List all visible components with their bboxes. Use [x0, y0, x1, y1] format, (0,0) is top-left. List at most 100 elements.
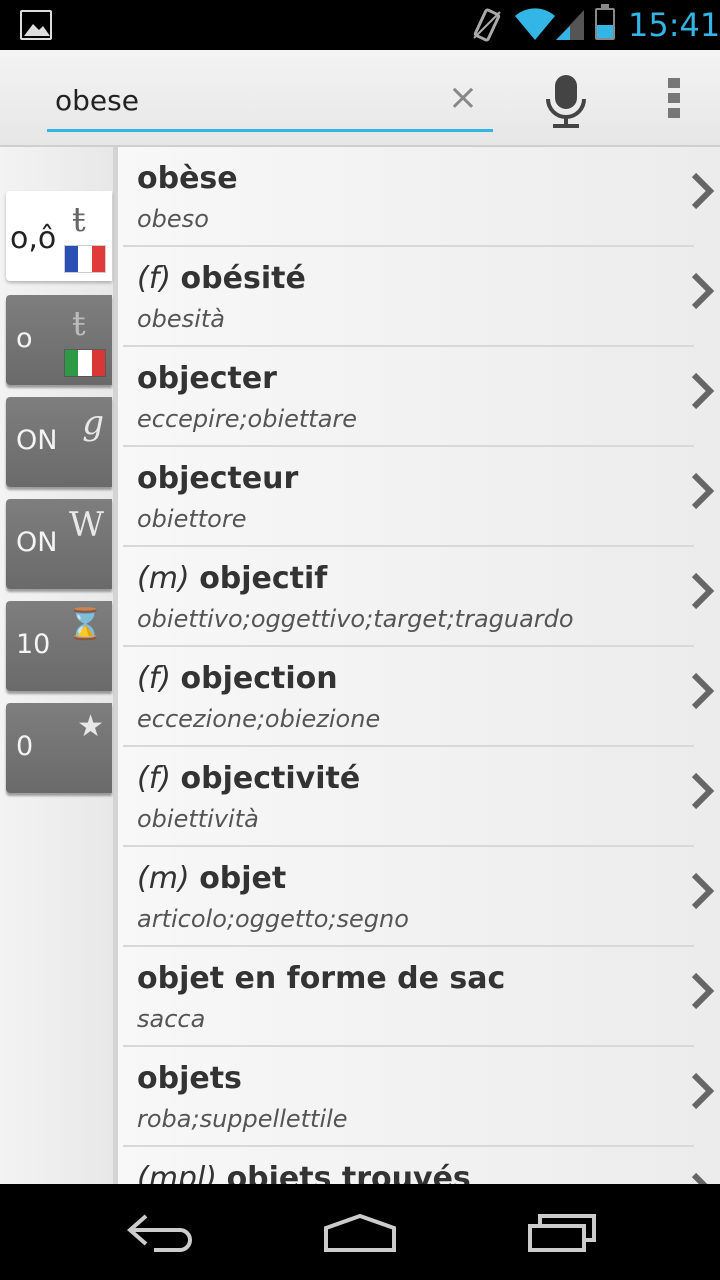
term: (m) objectif [137, 561, 327, 596]
microphone-icon[interactable] [545, 75, 587, 129]
list-item[interactable]: (f) objectivité obiettività [123, 747, 715, 847]
list-item[interactable]: (m) objectif obiettivo;oggettivo;target;… [123, 547, 715, 647]
google-icon: g [82, 403, 104, 443]
list-item[interactable]: (m) objet articolo;oggetto;segno [123, 847, 715, 947]
navigation-bar [0, 1184, 720, 1280]
tab-favorites[interactable]: 0 ★ [6, 703, 112, 793]
tab-label: 0 [16, 731, 34, 762]
recent-apps-icon[interactable] [526, 1214, 598, 1254]
translation: obiettore [137, 505, 247, 533]
chevron-right-icon [691, 872, 715, 910]
chevron-right-icon [691, 672, 715, 710]
tab-label: o,ô [10, 221, 57, 256]
list-item[interactable]: objets roba;suppellettile [123, 1047, 715, 1147]
term: (f) objection [137, 661, 338, 696]
translation: obeso [137, 205, 209, 233]
translation: eccepire;obiettare [137, 405, 358, 433]
tab-label: ON [16, 527, 58, 558]
chevron-right-icon [691, 572, 715, 610]
svg-text:ŧ: ŧ [72, 200, 86, 239]
tab-label: ON [16, 425, 58, 456]
term: (f) obésité [137, 261, 306, 296]
status-bar: 15:41 [0, 0, 720, 50]
chevron-right-icon [691, 972, 715, 1010]
headword: objectif [199, 561, 328, 596]
search-field[interactable]: × [47, 72, 493, 132]
headword: objecteur [137, 461, 299, 496]
france-flag-icon [64, 245, 106, 273]
headword: objets [137, 1061, 242, 1096]
term: obèse [137, 161, 238, 196]
dictionary-icon: ŧ [72, 304, 86, 343]
home-icon[interactable] [322, 1212, 398, 1254]
term: (f) objectivité [137, 761, 360, 796]
list-item[interactable]: (f) objection eccezione;obiezione [123, 647, 715, 747]
term: objets [137, 1061, 242, 1096]
term: objet en forme de sac [137, 961, 505, 996]
clear-icon[interactable]: × [447, 80, 479, 116]
back-icon[interactable] [124, 1212, 196, 1254]
translation: obiettività [137, 805, 259, 833]
translation: eccezione;obiezione [137, 705, 381, 733]
chevron-right-icon [691, 1072, 715, 1110]
wikipedia-icon: W [69, 505, 104, 545]
signal-icon [556, 10, 584, 40]
result-list: obèse obeso (f) obésité obesità objecter… [123, 147, 720, 1184]
dictionary-icon: ŧ [72, 200, 86, 239]
search-input[interactable] [55, 80, 435, 120]
gender-label: (m) [137, 561, 190, 596]
gallery-notification-icon [20, 10, 52, 40]
headword: objection [180, 661, 338, 696]
gender-label: (f) [137, 661, 171, 696]
vibrate-icon [473, 8, 501, 42]
history-icon: ⌛ [66, 607, 104, 642]
tab-wikipedia[interactable]: ON W [6, 499, 112, 589]
tab-google[interactable]: ON g [6, 397, 112, 487]
tab-italian-dictionary[interactable]: o ŧ [6, 295, 112, 385]
headword: obésité [180, 261, 306, 296]
tab-label: 10 [16, 629, 51, 660]
overflow-menu-icon[interactable] [668, 78, 682, 122]
list-item[interactable]: (mpl) objets trouvés [123, 1147, 708, 1184]
list-item[interactable]: objecter eccepire;obiettare [123, 347, 715, 447]
headword: objet en forme de sac [137, 961, 506, 996]
wifi-icon [515, 8, 555, 40]
headword: objecter [137, 361, 277, 396]
svg-text:ŧ: ŧ [72, 304, 86, 343]
gender-label: (f) [137, 761, 171, 796]
clock: 15:41 [628, 6, 720, 44]
headword: objet [199, 861, 287, 896]
chevron-right-icon [691, 472, 715, 510]
gender-label: (mpl) [137, 1161, 218, 1184]
term: objecter [137, 361, 277, 396]
tab-label: o [16, 323, 33, 354]
gender-label: (f) [137, 261, 171, 296]
italy-flag-icon [64, 349, 106, 377]
translation: roba;suppellettile [137, 1105, 348, 1133]
term: objecteur [137, 461, 298, 496]
translation: obesità [137, 305, 225, 333]
battery-icon [595, 4, 615, 40]
chevron-right-icon [691, 1172, 708, 1184]
main-content: o,ô ŧ o ŧ ON g ON W 10 ⌛ 0 ★ obèse obeso… [0, 147, 720, 1184]
tab-history[interactable]: 10 ⌛ [6, 601, 112, 691]
translation: sacca [137, 1005, 206, 1033]
list-item[interactable]: objet en forme de sac sacca [123, 947, 715, 1047]
headword: objectivité [180, 761, 361, 796]
list-item[interactable]: obèse obeso [123, 147, 715, 247]
headword: objets trouvés [226, 1161, 471, 1184]
list-item[interactable]: objecteur obiettore [123, 447, 715, 547]
search-toolbar: × [0, 50, 720, 147]
gender-label: (m) [137, 861, 190, 896]
chevron-right-icon [691, 372, 715, 410]
chevron-right-icon [691, 772, 715, 810]
chevron-right-icon [691, 172, 715, 210]
translation: obiettivo;oggettivo;target;traguardo [137, 605, 574, 633]
list-item[interactable]: (f) obésité obesità [123, 247, 715, 347]
term: (mpl) objets trouvés [137, 1161, 471, 1184]
dictionary-tabs-panel: o,ô ŧ o ŧ ON g ON W 10 ⌛ 0 ★ [0, 147, 118, 1184]
tab-french-dictionary[interactable]: o,ô ŧ [6, 191, 112, 281]
translation: articolo;oggetto;segno [137, 905, 409, 933]
headword: obèse [137, 161, 238, 196]
term: (m) objet [137, 861, 286, 896]
